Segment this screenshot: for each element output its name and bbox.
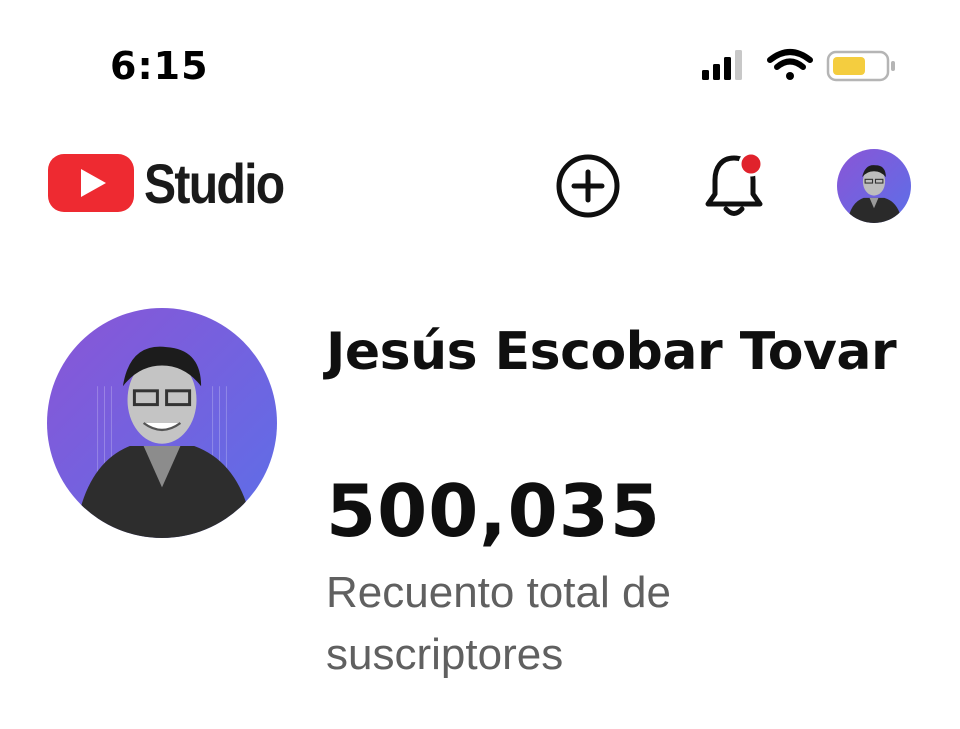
wifi-icon bbox=[767, 49, 813, 80]
youtube-studio-logo[interactable]: Studio bbox=[48, 151, 306, 215]
status-icons bbox=[702, 49, 895, 82]
youtube-play-icon bbox=[48, 154, 134, 212]
account-button[interactable] bbox=[836, 148, 912, 224]
status-bar: 6:15 bbox=[0, 0, 960, 120]
subscriber-count: 500,035 bbox=[326, 469, 661, 553]
channel-name: Jesús Escobar Tovar bbox=[326, 322, 897, 382]
subscriber-caption: Recuento total de suscriptores bbox=[326, 568, 671, 679]
logo-text: Studio bbox=[144, 151, 285, 215]
status-time: 6:15 bbox=[110, 44, 209, 88]
app-header: Studio bbox=[0, 140, 960, 240]
account-avatar bbox=[837, 149, 911, 223]
notifications-bell-icon bbox=[705, 151, 764, 216]
channel-summary: Jesús Escobar Tovar 500,035 Recuento tot… bbox=[0, 300, 960, 700]
cellular-signal-icon bbox=[702, 50, 742, 80]
channel-avatar[interactable] bbox=[47, 308, 277, 538]
create-button[interactable] bbox=[550, 148, 626, 224]
notification-dot bbox=[738, 151, 764, 177]
battery-icon bbox=[826, 50, 895, 82]
create-icon bbox=[556, 154, 620, 218]
notifications-button[interactable] bbox=[696, 148, 772, 224]
